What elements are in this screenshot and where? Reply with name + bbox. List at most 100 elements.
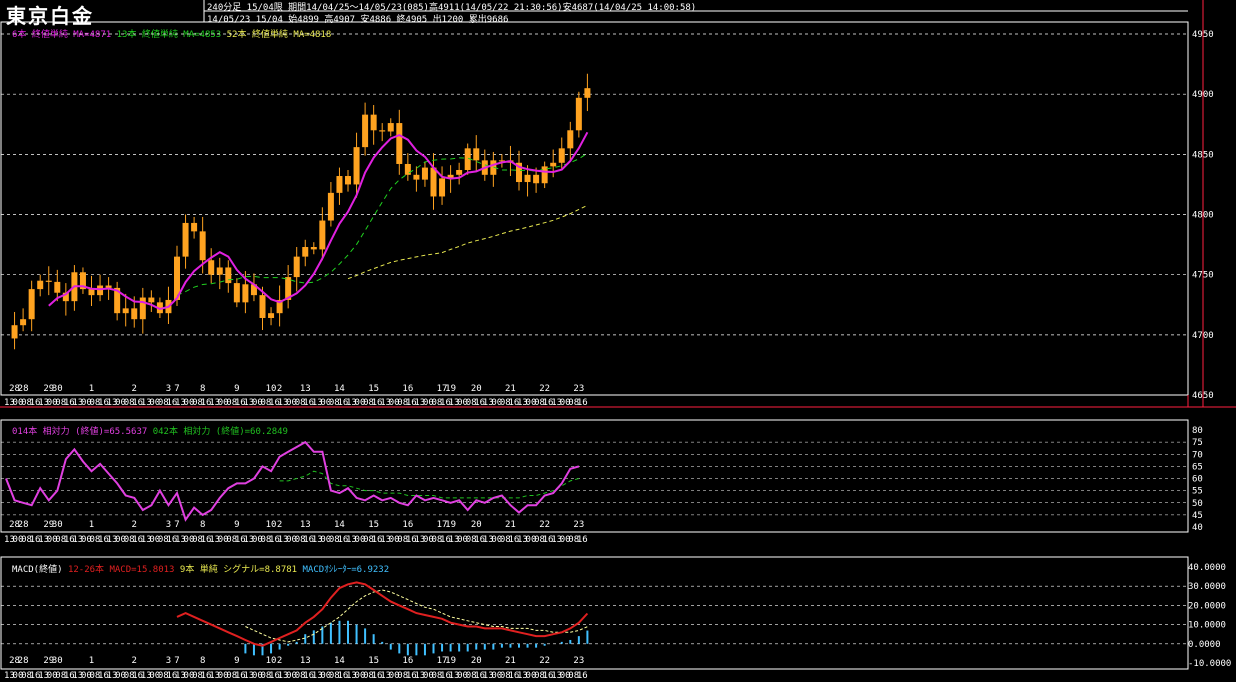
rsi-date-label: 15	[368, 520, 379, 530]
candle-body	[191, 222, 198, 232]
candle-body	[430, 167, 437, 197]
macd-line	[176, 581, 589, 647]
rsi42-line	[279, 470, 580, 499]
rsi-date-label: 13	[300, 520, 311, 530]
candle-body	[310, 247, 317, 250]
main-date-label: 13	[300, 384, 311, 394]
macd-date-label: 9	[234, 656, 239, 666]
macd-date-label: 15	[368, 656, 379, 666]
candle-body	[259, 295, 266, 318]
candle-body	[216, 267, 223, 275]
macd-date-label: 13	[300, 656, 311, 666]
candle-body	[11, 325, 18, 339]
candle-body	[182, 222, 189, 257]
candle-body	[225, 267, 232, 284]
candle-body	[558, 148, 565, 163]
macd-tick-label: 40.0000	[1188, 563, 1226, 573]
rsi-date-label: 7	[174, 520, 179, 530]
rsi-date-label: 20	[471, 520, 482, 530]
main-date-label: 28	[18, 384, 29, 394]
macd-date-label: 3	[166, 656, 171, 666]
rsi-time-label: 16	[577, 535, 588, 545]
candle-body	[319, 220, 326, 250]
main-date-label: 22	[539, 384, 550, 394]
price-tick-label: 4700	[1192, 331, 1214, 341]
macd-tick-label: 10.0000	[1188, 621, 1226, 631]
macd-tick-label: 30.0000	[1188, 582, 1226, 592]
macd-date-label: 7	[174, 656, 179, 666]
main-plot-frame	[0, 21, 1189, 396]
macd-date-label: 28	[18, 656, 29, 666]
candle-body	[575, 97, 582, 131]
ma52-line	[347, 204, 588, 280]
main-date-label: 7	[174, 384, 179, 394]
candle-body	[396, 123, 403, 164]
rsi-tick-label: 55	[1192, 487, 1203, 497]
macd-date-label: 30	[52, 656, 63, 666]
candle-body	[302, 247, 309, 257]
candle-body	[268, 313, 275, 318]
rsi-tick-label: 65	[1192, 462, 1203, 472]
main-date-label: 1	[89, 384, 94, 394]
rsi-tick-label: 50	[1192, 499, 1203, 509]
rsi-date-label: 30	[52, 520, 63, 530]
ma13-line	[176, 152, 588, 296]
price-tick-label: 4900	[1192, 90, 1214, 100]
candle-body	[293, 256, 300, 278]
macd-time-label: 16	[577, 671, 588, 681]
macd-date-label: 10	[266, 656, 277, 666]
macd-tick-label: 0.0000	[1188, 640, 1221, 650]
macd-date-label: 19	[445, 656, 456, 666]
main-date-label: 30	[52, 384, 63, 394]
main-date-label: 8	[200, 384, 205, 394]
macd-date-label: 8	[200, 656, 205, 666]
rsi-date-label: 28	[18, 520, 29, 530]
candle-body	[567, 130, 574, 149]
price-tick-label: 4650	[1192, 391, 1214, 401]
candle-body	[131, 308, 138, 320]
candle-body	[233, 283, 240, 303]
rsi-date-label: 10	[266, 520, 277, 530]
rsi-date-label: 1	[89, 520, 94, 530]
ma6-line	[48, 131, 589, 311]
candle-body	[148, 297, 155, 303]
candle-body	[88, 289, 95, 296]
macd-date-label: 2	[277, 656, 282, 666]
main-date-label: 19	[445, 384, 456, 394]
main-date-label: 9	[234, 384, 239, 394]
candle-body	[362, 114, 369, 148]
candle-body	[550, 162, 557, 167]
main-date-label: 2	[277, 384, 282, 394]
candle-body	[421, 167, 428, 180]
candle-body	[28, 289, 35, 320]
rsi-date-label: 21	[505, 520, 516, 530]
rsi-tick-label: 80	[1192, 426, 1203, 436]
main-time-label: 16	[577, 398, 588, 408]
main-date-label: 10	[266, 384, 277, 394]
rsi-tick-label: 70	[1192, 450, 1203, 460]
candle-body	[353, 147, 360, 185]
candle-body	[370, 114, 377, 131]
candle-body	[327, 192, 334, 221]
macd-tick-label: 20.0000	[1188, 601, 1226, 611]
candle-body	[456, 169, 463, 175]
candle-body	[37, 280, 44, 290]
main-date-label: 3	[166, 384, 171, 394]
price-tick-label: 4850	[1192, 150, 1214, 160]
candle-body	[404, 163, 411, 175]
main-date-label: 15	[368, 384, 379, 394]
candle-body	[379, 130, 386, 132]
main-date-label: 21	[505, 384, 516, 394]
macd-date-label: 23	[573, 656, 584, 666]
candle-body	[122, 308, 129, 314]
macd-date-label: 20	[471, 656, 482, 666]
rsi-date-label: 8	[200, 520, 205, 530]
candle-body	[208, 260, 215, 275]
macd-date-label: 21	[505, 656, 516, 666]
rsi-date-label: 2	[277, 520, 282, 530]
rsi-date-label: 9	[234, 520, 239, 530]
rsi-date-label: 16	[402, 520, 413, 530]
price-tick-label: 4800	[1192, 211, 1214, 221]
price-tick-label: 4750	[1192, 271, 1214, 281]
rsi-date-label: 22	[539, 520, 550, 530]
